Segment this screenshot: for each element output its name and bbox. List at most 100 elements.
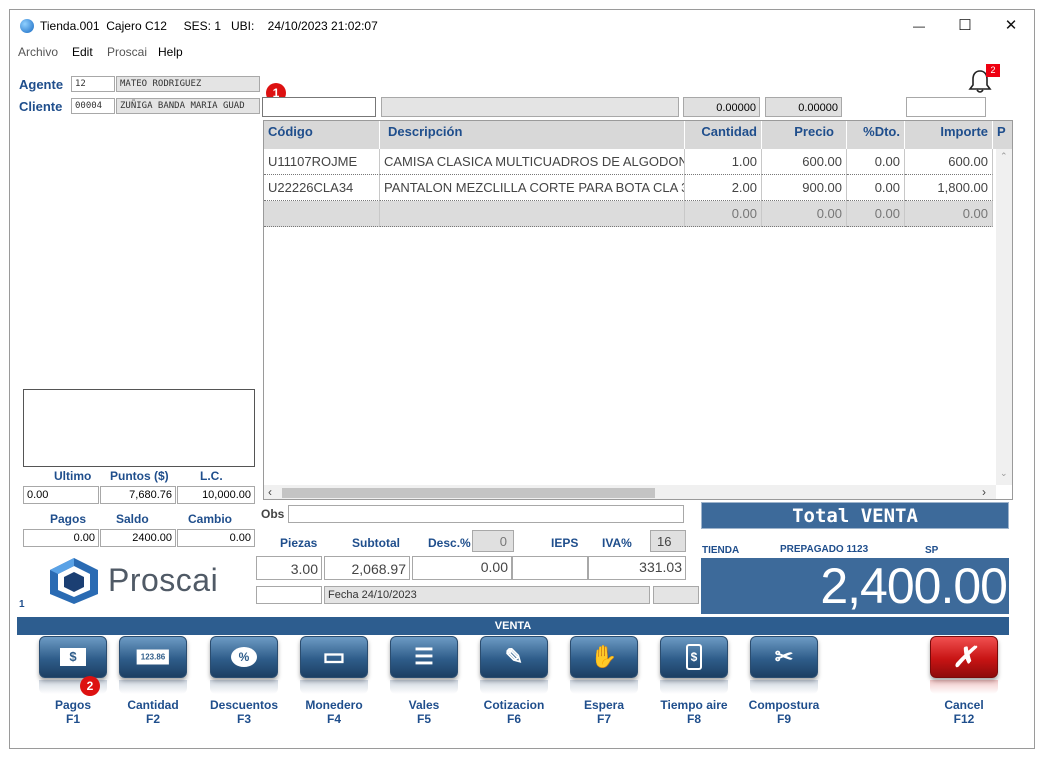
espera-button[interactable]: ✋ Espera F7 bbox=[559, 636, 649, 744]
tiempo-aire-label-text: Tiempo aire bbox=[660, 698, 728, 712]
cantidad-label-text: Cantidad bbox=[127, 698, 179, 712]
obs-label: Obs bbox=[261, 507, 285, 521]
cell-precio: 600.00 bbox=[762, 149, 847, 175]
sp-label: SP bbox=[925, 545, 939, 556]
saldo-label: Saldo bbox=[116, 512, 149, 526]
iva-value: 331.03 bbox=[588, 556, 686, 580]
percent-icon: % bbox=[231, 647, 257, 667]
close-button[interactable]: ✕ bbox=[988, 10, 1034, 42]
cliente-code-field[interactable]: 00004 bbox=[71, 98, 115, 114]
agente-code-field[interactable]: 12 bbox=[71, 76, 115, 92]
pagos-key-text: F1 bbox=[65, 712, 80, 726]
cell-cantidad: 2.00 bbox=[685, 175, 762, 201]
tienda-label: TIENDA bbox=[702, 545, 740, 556]
scroll-thumb[interactable] bbox=[282, 488, 655, 498]
col-header-importe[interactable]: Importe bbox=[905, 121, 993, 149]
cotizacion-button-face[interactable]: ✎ bbox=[480, 636, 548, 678]
scroll-up-icon[interactable]: ⌃ bbox=[1000, 151, 1008, 162]
pagos-label-text: Pagos bbox=[54, 698, 91, 712]
menu-help[interactable]: Help bbox=[158, 45, 183, 59]
espera-button-face[interactable]: ✋ bbox=[570, 636, 638, 678]
ieps-value bbox=[512, 556, 588, 580]
descuentos-button-face[interactable]: % bbox=[210, 636, 278, 678]
scroll-left-icon[interactable]: ‹ bbox=[268, 485, 272, 499]
col-header-descripcion[interactable]: Descripción bbox=[380, 121, 685, 149]
table-row[interactable]: U11107ROJME CAMISA CLASICA MULTICUADROS … bbox=[264, 149, 993, 175]
tiempo-aire-button-face[interactable]: $ bbox=[660, 636, 728, 678]
vales-button-face[interactable]: ☰ bbox=[390, 636, 458, 678]
descuento-value: 0.00 bbox=[412, 556, 512, 580]
scroll-down-icon[interactable]: ⌄ bbox=[1000, 468, 1008, 479]
ultimo-value: 0.00 bbox=[23, 486, 99, 504]
cotizacion-reflection bbox=[480, 680, 548, 694]
cliente-label: Cliente bbox=[19, 99, 63, 114]
cell-dto: 0.00 bbox=[847, 201, 905, 227]
saldo-value: 2400.00 bbox=[100, 529, 176, 547]
cell-cantidad: 1.00 bbox=[685, 149, 762, 175]
cotizacion-button[interactable]: ✎ Cotizacion F6 bbox=[469, 636, 559, 744]
desc-pct-field[interactable]: 0 bbox=[472, 530, 514, 552]
vales-button[interactable]: ☰ Vales F5 bbox=[379, 636, 469, 744]
title-bar: Tienda.001 Cajero C12 SES: 1 UBI: 24/10/… bbox=[10, 10, 1036, 42]
espera-reflection bbox=[570, 680, 638, 694]
table-row[interactable]: 0.00 0.00 0.00 0.00 bbox=[264, 201, 993, 227]
desc-pct-label: Desc.% bbox=[428, 536, 471, 550]
cell-descripcion: CAMISA CLASICA MULTICUADROS DE ALGODON R… bbox=[380, 149, 685, 175]
search-extra-field[interactable] bbox=[906, 97, 986, 117]
monedero-button-face[interactable]: ▭ bbox=[300, 636, 368, 678]
cell-codigo: U22226CLA34 bbox=[264, 175, 380, 201]
ieps-label: IEPS bbox=[551, 536, 579, 550]
col-header-codigo[interactable]: Código bbox=[264, 121, 380, 149]
cambio-value: 0.00 bbox=[177, 529, 255, 547]
puntos-label: Puntos ($) bbox=[110, 469, 169, 483]
cambio-label: Cambio bbox=[188, 512, 233, 526]
cell-importe: 1,800.00 bbox=[905, 175, 993, 201]
scroll-right-icon[interactable]: › bbox=[982, 485, 986, 499]
app-globe-icon bbox=[20, 19, 34, 33]
cancel-button-face[interactable]: ✗ bbox=[930, 636, 998, 678]
descuentos-button[interactable]: % Descuentos F3 bbox=[199, 636, 289, 744]
tiempo-aire-button[interactable]: $ Tiempo aire F8 bbox=[649, 636, 739, 744]
menu-proscai[interactable]: Proscai bbox=[107, 45, 147, 59]
compostura-button-face[interactable]: ✂ bbox=[750, 636, 818, 678]
col-header-p[interactable]: P bbox=[993, 121, 1012, 149]
product-code-input[interactable] bbox=[262, 97, 376, 117]
descuentos-label-text: Descuentos bbox=[209, 698, 279, 712]
status-number: 1 bbox=[19, 599, 25, 610]
proscai-logo-text: Proscai bbox=[108, 562, 219, 598]
pagos-button-face[interactable]: $ bbox=[39, 636, 107, 678]
cancel-label-text: Cancel bbox=[944, 698, 984, 712]
menu-archivo[interactable]: Archivo bbox=[18, 45, 58, 59]
fecha-left-field bbox=[256, 586, 322, 604]
table-row[interactable]: U22226CLA34 PANTALON MEZCLILLA CORTE PAR… bbox=[264, 175, 993, 201]
cancel-button[interactable]: ✗ Cancel F12 bbox=[919, 636, 1009, 744]
compostura-button[interactable]: ✂ Compostura F9 bbox=[739, 636, 829, 744]
obs-input[interactable] bbox=[288, 505, 684, 523]
puntos-value: 7,680.76 bbox=[100, 486, 176, 504]
pagos-label: Pagos bbox=[50, 512, 87, 526]
grid-horizontal-scrollbar[interactable]: ‹ › bbox=[264, 485, 996, 499]
window-title: Tienda.001 Cajero C12 SES: 1 UBI: 24/10/… bbox=[40, 19, 378, 33]
search-value-1: 0.00000 bbox=[683, 97, 760, 117]
monedero-button[interactable]: ▭ Monedero F4 bbox=[289, 636, 379, 744]
col-header-dto[interactable]: %Dto. bbox=[847, 121, 905, 149]
minimize-button[interactable]: — bbox=[896, 10, 942, 42]
pagos-button[interactable]: $ Pagos F1 bbox=[28, 636, 118, 744]
col-header-precio[interactable]: Precio bbox=[762, 121, 847, 149]
maximize-button[interactable]: ☐ bbox=[942, 10, 988, 42]
piezas-label: Piezas bbox=[280, 536, 318, 550]
cancel-x-icon: ✗ bbox=[952, 641, 976, 673]
total-amount: 2,400.00 bbox=[701, 558, 1009, 614]
callout-two-badge: 2 bbox=[80, 676, 100, 696]
subtotal-label: Subtotal bbox=[352, 536, 400, 550]
vales-key-text: F5 bbox=[416, 712, 431, 726]
compostura-label-text: Compostura bbox=[748, 698, 820, 712]
iva-pct-field[interactable]: 16 bbox=[650, 530, 686, 552]
app-window: Tienda.001 Cajero C12 SES: 1 UBI: 24/10/… bbox=[9, 9, 1035, 749]
cell-descripcion: PANTALON MEZCLILLA CORTE PARA BOTA CLA 3… bbox=[380, 175, 685, 201]
col-header-cantidad[interactable]: Cantidad bbox=[685, 121, 762, 149]
cantidad-button[interactable]: 123.86 Cantidad F2 bbox=[108, 636, 198, 744]
cantidad-button-face[interactable]: 123.86 bbox=[119, 636, 187, 678]
grid-vertical-scrollbar[interactable]: ⌃ ⌄ bbox=[996, 149, 1012, 485]
menu-edit[interactable]: Edit bbox=[72, 45, 93, 59]
